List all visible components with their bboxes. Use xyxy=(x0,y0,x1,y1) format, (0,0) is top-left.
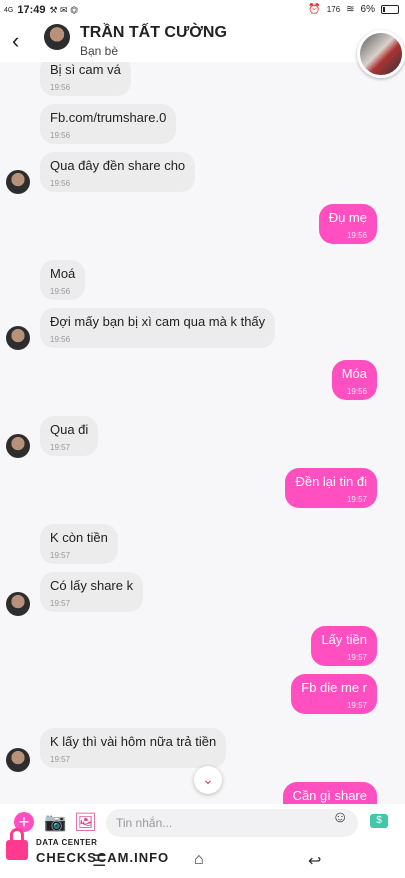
message-outgoing[interactable]: Cần gì share xyxy=(282,782,377,804)
chat-header: ‹ TRẦN TẤT CƯỜNG Bạn bè xyxy=(0,22,405,62)
message-incoming[interactable]: Fb.com/trumshare.0 19:56 xyxy=(40,104,177,144)
message-text: K lấy thì vài hôm nữa trả tiền xyxy=(50,734,217,749)
contact-avatar[interactable] xyxy=(44,24,70,50)
lock-icon xyxy=(4,828,30,862)
contact-status: Bạn bè xyxy=(80,44,119,58)
watermark-top: DATA CENTER xyxy=(36,838,98,847)
message-time: 19:57 xyxy=(50,551,71,560)
message-incoming[interactable]: Moá 19:56 xyxy=(40,260,86,300)
data-speed: 176 xyxy=(326,5,341,14)
message-input[interactable]: Tin nhắn... xyxy=(106,809,358,837)
message-incoming[interactable]: Qua đi 19:57 xyxy=(40,416,99,456)
message-incoming[interactable]: K lấy thì vài hôm nữa trả tiền 19:57 xyxy=(40,728,227,768)
message-text: Moá xyxy=(50,266,76,281)
message-text: Đền lại tin đi xyxy=(295,474,367,489)
scroll-down-button[interactable]: ⌄ xyxy=(194,766,222,794)
back-nav-icon[interactable]: ↩ xyxy=(308,851,321,871)
message-text: Đụ mẹ xyxy=(328,210,367,225)
sender-avatar[interactable] xyxy=(6,170,30,194)
message-time: 19:57 xyxy=(346,495,367,504)
composer-bar: + 📷 🖼 Tin nhắn... ☺ $ xyxy=(0,804,405,842)
message-text: Có lấy share k xyxy=(50,578,134,593)
contact-name[interactable]: TRẦN TẤT CƯỜNG xyxy=(80,24,227,42)
message-outgoing[interactable]: Lấy tiền 19:57 xyxy=(311,626,377,666)
message-outgoing[interactable]: Đụ mẹ 19:56 xyxy=(318,204,377,244)
message-text: Fb die me r xyxy=(301,680,367,695)
message-time: 19:56 xyxy=(50,131,71,140)
message-time: 19:56 xyxy=(346,231,367,240)
back-icon[interactable]: ‹ xyxy=(12,28,19,54)
message-incoming[interactable]: K còn tiền 19:57 xyxy=(40,524,118,564)
message-time: 19:57 xyxy=(50,599,71,608)
alarm-icon: ⏰ xyxy=(308,4,321,15)
image-icon[interactable]: 🖼 xyxy=(74,812,97,833)
battery-percent: 6% xyxy=(360,4,375,15)
message-text: Lấy tiền xyxy=(321,632,367,647)
money-transfer-icon[interactable]: $ xyxy=(370,814,388,828)
emoji-icon[interactable]: ☺ xyxy=(332,809,348,827)
message-time: 19:57 xyxy=(50,755,71,764)
message-list[interactable]: Bị sì cam vá 19:56 Fb.com/trumshare.0 19… xyxy=(0,62,405,804)
message-input-placeholder: Tin nhắn... xyxy=(116,816,173,830)
message-time: 19:56 xyxy=(50,335,71,344)
message-time: 19:57 xyxy=(346,701,367,710)
message-time: 19:57 xyxy=(346,653,367,662)
message-text: Qua đây đền share cho xyxy=(50,158,186,173)
message-incoming[interactable]: Qua đây đền share cho 19:56 xyxy=(40,152,196,192)
message-time: 19:56 xyxy=(50,83,71,92)
message-time: 19:57 xyxy=(50,443,71,452)
message-text: Móa xyxy=(341,366,367,381)
message-outgoing[interactable]: Đền lại tin đi 19:57 xyxy=(285,468,377,508)
signal-icon: 4G xyxy=(4,6,14,14)
sender-avatar[interactable] xyxy=(6,748,30,772)
message-incoming[interactable]: Đợi mấy bạn bị xì cam qua mà k thấy 19:5… xyxy=(40,308,276,348)
message-time: 19:56 xyxy=(50,287,71,296)
status-time: 17:49 xyxy=(17,4,46,16)
message-outgoing[interactable]: Móa 19:56 xyxy=(331,360,377,400)
message-text: Qua đi xyxy=(50,422,89,437)
wifi-icon: ≋ xyxy=(346,4,355,15)
message-text: Bị sì cam vá xyxy=(50,62,121,77)
message-time: 19:56 xyxy=(50,179,71,188)
message-text: K còn tiền xyxy=(50,530,108,545)
message-time: 19:56 xyxy=(346,387,367,396)
sender-avatar[interactable] xyxy=(6,326,30,350)
message-text: Đợi mấy bạn bị xì cam qua mà k thấy xyxy=(50,314,266,329)
message-incoming[interactable]: Có lấy share k 19:57 xyxy=(40,572,144,612)
home-icon[interactable]: ⌂ xyxy=(194,851,204,869)
status-icons: ⚒ ✉ ⏣ xyxy=(49,4,78,15)
sender-avatar[interactable] xyxy=(6,434,30,458)
battery-icon xyxy=(381,5,399,14)
message-text: Cần gì share xyxy=(292,788,367,803)
camera-icon[interactable]: 📷 xyxy=(44,812,66,833)
message-text: Fb.com/trumshare.0 xyxy=(50,110,167,125)
watermark-main: CHECKSCAM.INFO xyxy=(36,850,170,865)
sender-avatar[interactable] xyxy=(6,592,30,616)
status-bar: 4G 17:49 ⚒ ✉ ⏣ ⏰ 176 ≋ 6% xyxy=(0,0,405,22)
message-incoming[interactable]: Bị sì cam vá 19:56 xyxy=(40,62,131,96)
message-outgoing[interactable]: Fb die me r 19:57 xyxy=(291,674,377,714)
